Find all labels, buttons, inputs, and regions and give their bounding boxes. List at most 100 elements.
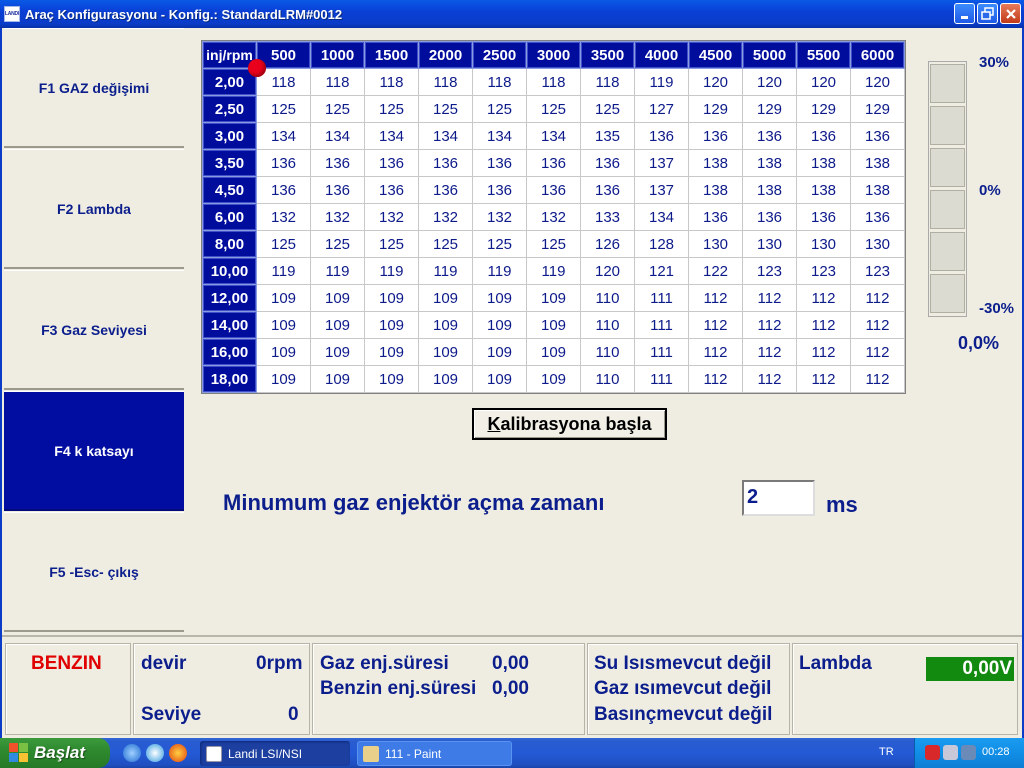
k-coefficient-cell[interactable]: 109 bbox=[256, 311, 311, 339]
k-coefficient-cell[interactable]: 109 bbox=[256, 365, 311, 393]
start-button[interactable]: Başlat bbox=[0, 738, 110, 768]
k-coefficient-cell[interactable]: 138 bbox=[688, 149, 743, 177]
k-coefficient-cell[interactable]: 109 bbox=[364, 284, 419, 312]
k-coefficient-cell[interactable]: 110 bbox=[580, 365, 635, 393]
start-calibration-button[interactable]: Kalibrasyona başla bbox=[472, 408, 667, 440]
k-coefficient-cell[interactable]: 118 bbox=[418, 68, 473, 96]
k-coefficient-cell[interactable]: 129 bbox=[742, 95, 797, 123]
close-button[interactable] bbox=[1000, 3, 1021, 24]
k-coefficient-cell[interactable]: 111 bbox=[634, 284, 689, 312]
k-coefficient-cell[interactable]: 120 bbox=[688, 68, 743, 96]
title-bar[interactable]: LANDI Araç Konfigurasyonu - Konfig.: Sta… bbox=[0, 0, 1024, 28]
k-coefficient-cell[interactable]: 112 bbox=[850, 365, 905, 393]
k-coefficient-cell[interactable]: 112 bbox=[688, 311, 743, 339]
k-coefficient-cell[interactable]: 119 bbox=[472, 257, 527, 285]
k-coefficient-cell[interactable]: 129 bbox=[850, 95, 905, 123]
k-coefficient-cell[interactable]: 125 bbox=[418, 230, 473, 258]
k-coefficient-cell[interactable]: 112 bbox=[850, 284, 905, 312]
k-coefficient-cell[interactable]: 125 bbox=[310, 95, 365, 123]
k-coefficient-cell[interactable]: 109 bbox=[472, 365, 527, 393]
k-coefficient-cell[interactable]: 123 bbox=[796, 257, 851, 285]
k-coefficient-cell[interactable]: 109 bbox=[310, 338, 365, 366]
k-coefficient-cell[interactable]: 119 bbox=[364, 257, 419, 285]
k-coefficient-cell[interactable]: 109 bbox=[364, 365, 419, 393]
language-indicator[interactable]: TR bbox=[879, 746, 894, 758]
k-coefficient-cell[interactable]: 109 bbox=[526, 311, 581, 339]
k-coefficient-cell[interactable]: 109 bbox=[472, 338, 527, 366]
k-coefficient-cell[interactable]: 118 bbox=[526, 68, 581, 96]
k-coefficient-cell[interactable]: 136 bbox=[526, 176, 581, 204]
k-coefficient-cell[interactable]: 138 bbox=[850, 149, 905, 177]
k-coefficient-cell[interactable]: 125 bbox=[526, 95, 581, 123]
k-coefficient-cell[interactable]: 128 bbox=[634, 230, 689, 258]
k-coefficient-cell[interactable]: 121 bbox=[634, 257, 689, 285]
internet-explorer-icon[interactable] bbox=[123, 744, 141, 762]
k-coefficient-cell[interactable]: 125 bbox=[472, 230, 527, 258]
k-coefficient-cell[interactable]: 123 bbox=[742, 257, 797, 285]
k-coefficient-cell[interactable]: 109 bbox=[472, 311, 527, 339]
k-coefficient-cell[interactable]: 132 bbox=[256, 203, 311, 231]
k-coefficient-cell[interactable]: 136 bbox=[688, 203, 743, 231]
k-coefficient-cell[interactable]: 134 bbox=[526, 122, 581, 150]
k-coefficient-cell[interactable]: 136 bbox=[418, 176, 473, 204]
k-coefficient-cell[interactable]: 138 bbox=[742, 176, 797, 204]
k-coefficient-cell[interactable]: 138 bbox=[688, 176, 743, 204]
k-coefficient-cell[interactable]: 112 bbox=[688, 365, 743, 393]
k-coefficient-cell[interactable]: 136 bbox=[850, 122, 905, 150]
k-coefficient-cell[interactable]: 120 bbox=[796, 68, 851, 96]
k-coefficient-cell[interactable]: 109 bbox=[310, 284, 365, 312]
k-coefficient-cell[interactable]: 112 bbox=[742, 365, 797, 393]
k-coefficient-cell[interactable]: 136 bbox=[310, 176, 365, 204]
k-coefficient-cell[interactable]: 135 bbox=[580, 122, 635, 150]
k-coefficient-cell[interactable]: 119 bbox=[418, 257, 473, 285]
min-injector-time-input[interactable]: 2 bbox=[742, 480, 815, 516]
k-coefficient-cell[interactable]: 126 bbox=[580, 230, 635, 258]
k-coefficient-cell[interactable]: 112 bbox=[796, 284, 851, 312]
k-coefficient-cell[interactable]: 136 bbox=[580, 149, 635, 177]
k-coefficient-cell[interactable]: 109 bbox=[418, 284, 473, 312]
k-coefficient-cell[interactable]: 109 bbox=[526, 338, 581, 366]
k-coefficient-cell[interactable]: 132 bbox=[364, 203, 419, 231]
k-coefficient-cell[interactable]: 130 bbox=[850, 230, 905, 258]
k-coefficient-cell[interactable]: 118 bbox=[580, 68, 635, 96]
k-coefficient-cell[interactable]: 134 bbox=[634, 203, 689, 231]
k-coefficient-cell[interactable]: 112 bbox=[796, 311, 851, 339]
sidebar-item-gas-change[interactable]: F1 GAZ değişimi bbox=[4, 28, 184, 148]
k-coefficient-cell[interactable]: 136 bbox=[472, 149, 527, 177]
k-coefficient-cell[interactable]: 110 bbox=[580, 284, 635, 312]
k-coefficient-cell[interactable]: 111 bbox=[634, 338, 689, 366]
k-coefficient-cell[interactable]: 125 bbox=[310, 230, 365, 258]
k-coefficient-cell[interactable]: 134 bbox=[310, 122, 365, 150]
k-coefficient-cell[interactable]: 125 bbox=[472, 95, 527, 123]
k-coefficient-cell[interactable]: 109 bbox=[526, 365, 581, 393]
k-coefficient-cell[interactable]: 136 bbox=[310, 149, 365, 177]
k-coefficient-cell[interactable]: 120 bbox=[850, 68, 905, 96]
k-coefficient-cell[interactable]: 130 bbox=[742, 230, 797, 258]
k-coefficient-cell[interactable]: 110 bbox=[580, 311, 635, 339]
k-coefficient-cell[interactable]: 134 bbox=[418, 122, 473, 150]
k-coefficient-cell[interactable]: 119 bbox=[310, 257, 365, 285]
k-coefficient-cell[interactable]: 109 bbox=[418, 338, 473, 366]
k-coefficient-cell[interactable]: 136 bbox=[742, 122, 797, 150]
minimize-button[interactable] bbox=[954, 3, 975, 24]
k-coefficient-cell[interactable]: 136 bbox=[634, 122, 689, 150]
k-coefficient-cell[interactable]: 125 bbox=[418, 95, 473, 123]
k-coefficient-cell[interactable]: 125 bbox=[526, 230, 581, 258]
sidebar-item-k-coefficient[interactable]: F4 k katsayı bbox=[4, 391, 184, 511]
k-coefficient-cell[interactable]: 109 bbox=[418, 365, 473, 393]
k-coefficient-cell[interactable]: 129 bbox=[688, 95, 743, 123]
k-coefficient-cell[interactable]: 111 bbox=[634, 365, 689, 393]
sidebar-item-gas-level[interactable]: F3 Gaz Seviyesi bbox=[4, 270, 184, 390]
k-coefficient-cell[interactable]: 112 bbox=[796, 338, 851, 366]
k-coefficient-cell[interactable]: 119 bbox=[634, 68, 689, 96]
k-coefficient-cell[interactable]: 130 bbox=[688, 230, 743, 258]
k-coefficient-cell[interactable]: 134 bbox=[256, 122, 311, 150]
k-coefficient-cell[interactable]: 109 bbox=[526, 284, 581, 312]
k-coefficient-cell[interactable]: 132 bbox=[310, 203, 365, 231]
k-coefficient-cell[interactable]: 134 bbox=[472, 122, 527, 150]
k-coefficient-cell[interactable]: 136 bbox=[742, 203, 797, 231]
k-coefficient-cell[interactable]: 136 bbox=[688, 122, 743, 150]
k-coefficient-cell[interactable]: 136 bbox=[418, 149, 473, 177]
k-coefficient-cell[interactable]: 127 bbox=[634, 95, 689, 123]
k-coefficient-cell[interactable]: 137 bbox=[634, 149, 689, 177]
